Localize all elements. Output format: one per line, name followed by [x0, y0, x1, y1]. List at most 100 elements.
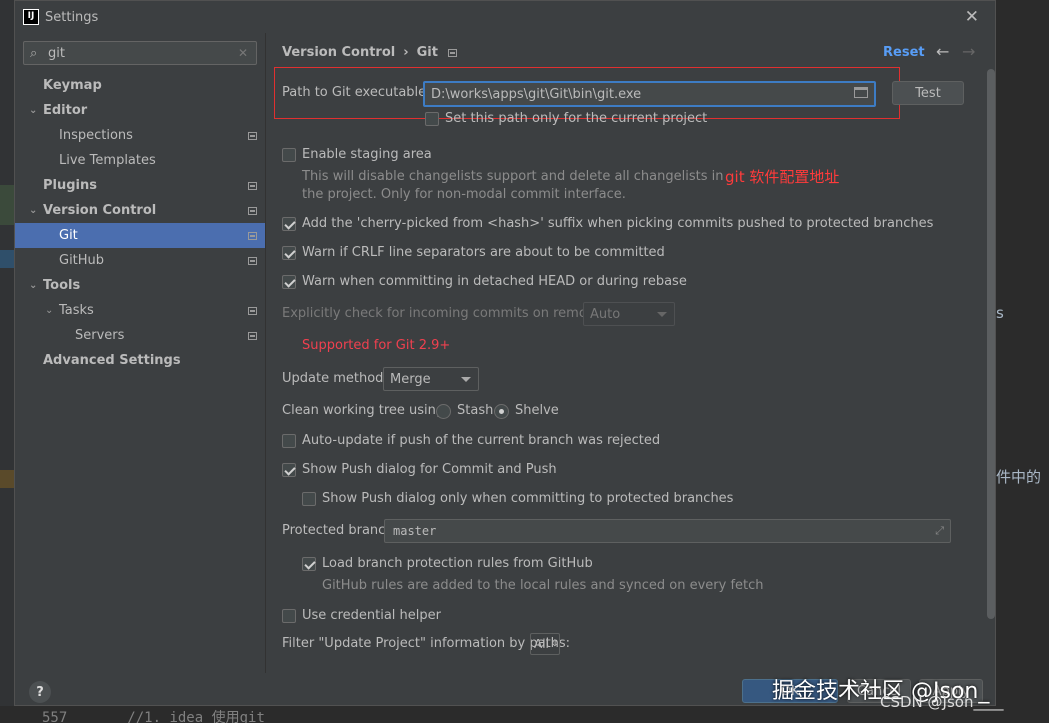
detached-head-checkbox[interactable]	[282, 275, 296, 289]
window-title: Settings	[45, 9, 99, 25]
sidebar-item-editor[interactable]: ⌄ Editor	[15, 98, 265, 123]
folder-icon[interactable]	[854, 87, 868, 98]
stash-label: Stash	[457, 403, 494, 418]
crlf-checkbox[interactable]	[282, 246, 296, 260]
back-arrow-icon[interactable]: ←	[936, 42, 949, 61]
protected-branches-input[interactable]: master ⤢	[384, 519, 951, 543]
project-settings-icon	[248, 206, 257, 215]
current-project-path-checkbox[interactable]	[425, 112, 439, 126]
watermark-sub: CSDN @Json____	[880, 693, 1004, 711]
load-rules-desc: GitHub rules are added to the local rule…	[322, 578, 764, 593]
annotation-text: git 软件配置地址	[725, 168, 840, 186]
staging-desc-line-2: the project. Only for non-modal commit i…	[302, 187, 626, 202]
project-settings-icon	[248, 256, 257, 265]
credential-helper-label: Use credential helper	[302, 608, 441, 623]
close-icon[interactable]: ✕	[965, 7, 979, 27]
sidebar-item-label: Tools	[43, 278, 81, 293]
expand-icon[interactable]: ⤢	[935, 524, 944, 538]
project-settings-icon	[248, 306, 257, 315]
project-settings-icon	[447, 48, 457, 57]
load-rules-checkbox[interactable]	[302, 557, 316, 571]
sidebar-item-plugins[interactable]: Plugins	[15, 173, 265, 198]
chevron-down-icon	[461, 377, 471, 382]
test-button[interactable]: Test	[892, 81, 964, 105]
current-project-path-label: Set this path only for the current proje…	[445, 111, 708, 126]
reset-link[interactable]: Reset	[883, 45, 925, 60]
project-settings-icon	[248, 331, 257, 340]
supported-note: Supported for Git 2.9+	[302, 338, 451, 353]
updown-icon: ⇕	[550, 639, 559, 649]
git-path-value: D:\works\apps\git\Git\bin\git.exe	[431, 86, 642, 102]
sidebar-item-live-templates[interactable]: Live Templates	[15, 148, 265, 173]
code-text: //1. idea 使用git	[127, 710, 265, 723]
chevron-down-icon[interactable]: ⌄	[45, 305, 53, 316]
show-push-protected-label: Show Push dialog only when committing to…	[322, 491, 734, 506]
breadcrumb-parent[interactable]: Version Control	[282, 45, 395, 60]
git-path-field[interactable]: D:\works\apps\git\Git\bin\git.exe	[423, 81, 876, 107]
sidebar-item-inspections[interactable]: Inspections	[15, 123, 265, 148]
project-settings-icon	[248, 231, 257, 240]
load-rules-label: Load branch protection rules from GitHub	[322, 556, 593, 571]
breadcrumb-separator: ›	[403, 45, 409, 60]
sidebar-item-keymap[interactable]: Keymap	[15, 73, 265, 98]
help-icon[interactable]: ?	[29, 681, 51, 703]
sidebar-item-advanced-settings[interactable]: Advanced Settings	[15, 348, 265, 373]
vertical-scrollbar[interactable]	[987, 69, 995, 619]
sidebar-item-label: Advanced Settings	[43, 353, 181, 368]
search-icon: ⌕	[30, 45, 38, 61]
sidebar-item-version-control[interactable]: ⌄ Version Control	[15, 198, 265, 223]
show-push-protected-checkbox[interactable]	[302, 492, 316, 506]
auto-update-label: Auto-update if push of the current branc…	[302, 433, 661, 448]
sidebar-item-github[interactable]: GitHub	[15, 248, 265, 273]
sidebar-item-servers[interactable]: Servers	[15, 323, 265, 348]
filter-paths-select[interactable]: All ⇕	[530, 633, 560, 655]
show-push-checkbox[interactable]	[282, 463, 296, 477]
chevron-down-icon	[657, 312, 667, 317]
sidebar-item-label: Tasks	[59, 303, 94, 318]
crlf-label: Warn if CRLF line separators are about t…	[302, 245, 665, 260]
chevron-down-icon[interactable]: ⌄	[29, 205, 37, 216]
chevron-down-icon[interactable]: ⌄	[29, 105, 37, 116]
sidebar-item-label: Servers	[75, 328, 125, 343]
settings-dialog: IJ Settings ✕ ⌕ git ✕ Keymap ⌄ Editor Inspe…	[14, 0, 996, 706]
incoming-commits-value: Auto	[590, 306, 621, 322]
project-settings-icon	[248, 131, 257, 140]
update-method-select[interactable]: Merge	[383, 367, 479, 391]
protected-branches-value: master	[393, 524, 437, 538]
breadcrumb-current: Git	[416, 45, 438, 60]
project-settings-icon	[248, 181, 257, 190]
editor-text-fragment: s	[996, 304, 1004, 322]
incoming-commits-select[interactable]: Auto	[583, 302, 675, 326]
sidebar-item-tasks[interactable]: ⌄ Tasks	[15, 298, 265, 323]
credential-helper-checkbox[interactable]	[282, 609, 296, 623]
staging-area-label: Enable staging area	[302, 147, 432, 162]
forward-arrow-icon[interactable]: →	[962, 42, 975, 61]
line-number: 557	[42, 710, 68, 723]
filter-paths-value: All	[534, 637, 549, 651]
sidebar-item-tools[interactable]: ⌄ Tools	[15, 273, 265, 298]
stash-radio[interactable]	[436, 404, 451, 419]
update-method-value: Merge	[390, 371, 431, 387]
editor-text-fragment: 件中的	[996, 468, 1042, 486]
sidebar-item-git[interactable]: Git	[15, 223, 265, 248]
sidebar-item-label: GitHub	[59, 253, 105, 268]
breadcrumb: Version Control › Git	[282, 45, 457, 60]
filter-paths-label: Filter "Update Project" information by p…	[282, 636, 571, 651]
settings-search-input[interactable]: ⌕ git ✕	[23, 41, 257, 65]
chevron-down-icon[interactable]: ⌄	[29, 280, 37, 291]
git-path-label: Path to Git executable:	[282, 85, 431, 100]
editor-background: s 件中的	[996, 0, 1049, 723]
intellij-icon: IJ	[23, 9, 39, 25]
title-bar: IJ Settings ✕	[15, 1, 995, 33]
auto-update-checkbox[interactable]	[282, 434, 296, 448]
clear-search-icon[interactable]: ✕	[238, 46, 248, 60]
settings-tree: Keymap ⌄ Editor Inspections Live Templates Pl…	[15, 73, 265, 373]
staging-desc-line-1: This will disable changelists support an…	[302, 169, 724, 184]
sidebar-item-label: Git	[59, 228, 78, 243]
cherry-pick-checkbox[interactable]	[282, 217, 296, 231]
detached-head-label: Warn when committing in detached HEAD or…	[302, 274, 687, 289]
shelve-radio[interactable]	[494, 404, 509, 419]
incoming-commits-label: Explicitly check for incoming commits on…	[282, 306, 612, 321]
show-push-label: Show Push dialog for Commit and Push	[302, 462, 557, 477]
staging-area-checkbox[interactable]	[282, 148, 296, 162]
